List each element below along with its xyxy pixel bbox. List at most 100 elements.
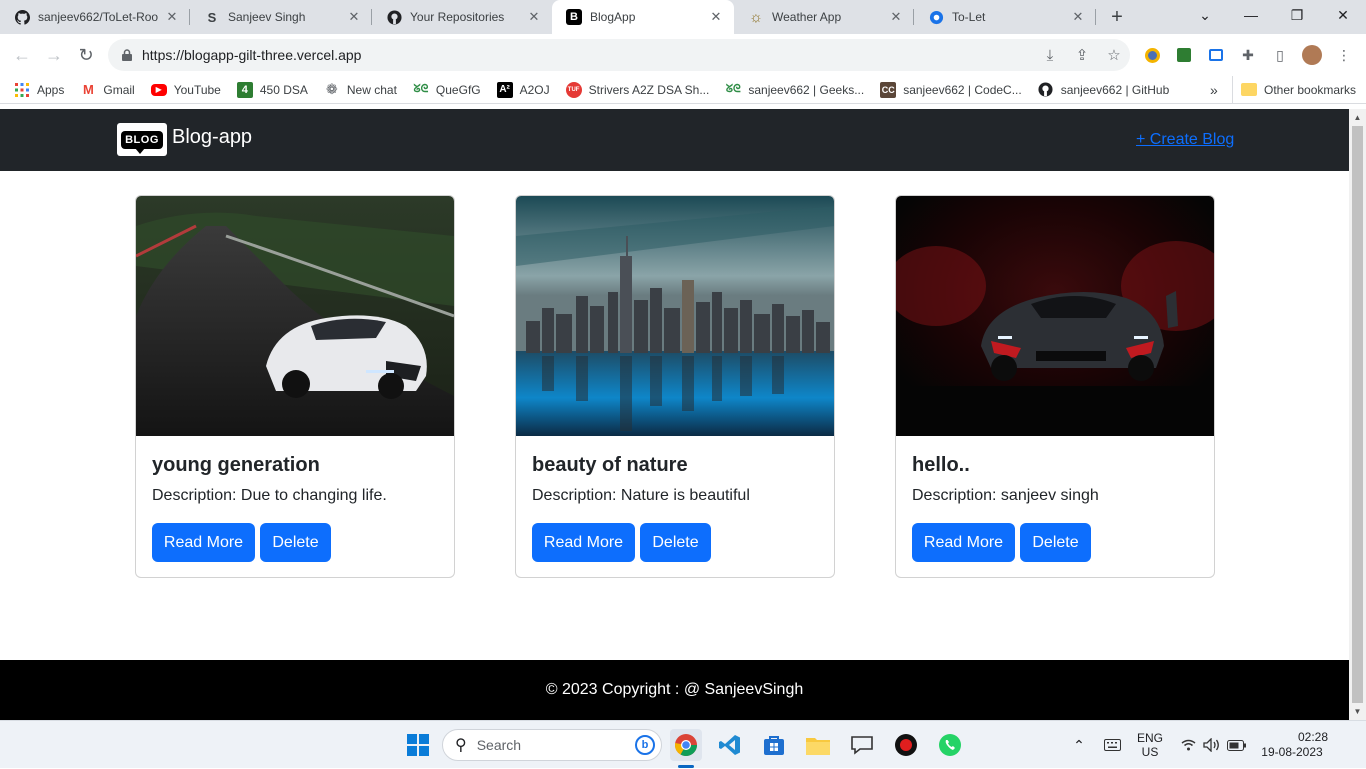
tab-your-repositories[interactable]: Your Repositories ✕ — [372, 0, 552, 34]
blog-card-image — [516, 196, 834, 436]
address-bar[interactable]: https://blogapp-gilt-three.vercel.app ⤓ … — [108, 39, 1130, 71]
install-icon[interactable]: ⤓ — [1034, 41, 1066, 69]
page-scrollbar[interactable]: ▲ ▼ — [1349, 109, 1366, 720]
apps-grid-icon — [14, 82, 30, 98]
whatsapp-icon[interactable] — [934, 729, 966, 761]
microsoft-store-icon[interactable] — [758, 729, 790, 761]
bookmark-new-chat[interactable]: ❁ New chat — [316, 76, 405, 104]
gfg-icon: ᘜᘓ — [725, 83, 741, 95]
windows-start-icon[interactable] — [402, 729, 434, 761]
scroll-up-arrow-icon[interactable]: ▲ — [1349, 109, 1366, 126]
blog-card: young generation Description: Due to cha… — [135, 195, 455, 578]
scroll-down-arrow-icon[interactable]: ▼ — [1349, 703, 1366, 720]
delete-button[interactable]: Delete — [640, 523, 711, 562]
search-placeholder: Search — [476, 737, 522, 753]
clock[interactable]: 02:28 19-08-2023 — [1256, 721, 1328, 769]
taskbar-search-box[interactable]: ⚲ Search b — [442, 729, 662, 761]
a2oj-icon: A² — [496, 81, 513, 98]
bookmark-label: 450 DSA — [259, 82, 308, 97]
bookmark-gmail[interactable]: M Gmail — [72, 76, 142, 104]
file-explorer-icon[interactable] — [802, 729, 834, 761]
tab-tolet-repo[interactable]: sanjeev662/ToLet-Roo ✕ — [0, 0, 190, 34]
restore-icon[interactable]: ❐ — [1274, 0, 1320, 30]
bookmark-label: A2OJ — [519, 82, 550, 97]
bookmark-strivers[interactable]: TUF Strivers A2Z DSA Sh... — [558, 76, 718, 104]
puzzle-icon[interactable]: ✚ — [1235, 41, 1261, 69]
tray-chevron-up-icon[interactable]: ⌃ — [1068, 721, 1090, 769]
screen-recorder-icon[interactable] — [1203, 41, 1229, 69]
minimize-icon[interactable]: — — [1228, 0, 1274, 30]
bookmark-github[interactable]: sanjeev662 | GitHub — [1030, 76, 1178, 104]
feedback-icon[interactable] — [846, 729, 878, 761]
tab-blogapp[interactable]: B BlogApp ✕ — [552, 0, 734, 34]
delete-button[interactable]: Delete — [1020, 523, 1091, 562]
new-tab-button[interactable]: + — [1102, 0, 1132, 34]
tab-title: To-Let — [952, 10, 986, 24]
bookmark-label: sanjeev662 | GitHub — [1060, 82, 1170, 97]
volume-icon[interactable] — [1200, 721, 1222, 769]
blog-card-image — [896, 196, 1214, 436]
language-indicator[interactable]: ENG US — [1134, 721, 1166, 769]
chrome-icon[interactable] — [670, 729, 702, 761]
forward-arrow-icon[interactable]: → — [38, 39, 70, 71]
battery-icon[interactable] — [1224, 721, 1248, 769]
share-icon[interactable]: ⇪ — [1066, 41, 1098, 69]
tuf-icon: TUF — [565, 81, 582, 98]
read-more-button[interactable]: Read More — [912, 523, 1015, 562]
blog-logo[interactable]: BLOG — [117, 123, 167, 156]
sun-icon: ☼ — [749, 8, 763, 26]
tab-sanjeev-singh[interactable]: S Sanjeev Singh ✕ — [190, 0, 372, 34]
delete-button[interactable]: Delete — [260, 523, 331, 562]
github-icon — [14, 9, 30, 25]
close-icon[interactable]: ✕ — [526, 9, 542, 25]
keyboard-icon[interactable] — [1100, 721, 1124, 769]
back-arrow-icon[interactable]: ← — [6, 39, 38, 71]
bookmarks-bar: Apps M Gmail ▶ YouTube 4 450 DSA ❁ New c… — [0, 75, 1366, 104]
tab-title: sanjeev662/ToLet-Roo — [38, 10, 158, 24]
read-more-button[interactable]: Read More — [532, 523, 635, 562]
tab-to-let[interactable]: To-Let ✕ — [914, 0, 1096, 34]
window-close-icon[interactable]: ✕ — [1320, 0, 1366, 30]
bookmark-geeks[interactable]: ᘜᘓ sanjeev662 | Geeks... — [717, 76, 872, 104]
other-bookmarks[interactable]: Other bookmarks — [1232, 75, 1364, 104]
close-icon[interactable]: ✕ — [1070, 9, 1086, 25]
search-icon: ⚲ — [455, 737, 467, 754]
bookmark-codechef[interactable]: CC sanjeev662 | CodeC... — [872, 76, 1030, 104]
close-icon[interactable]: ✕ — [708, 9, 724, 25]
wifi-icon[interactable] — [1178, 721, 1198, 769]
create-blog-link[interactable]: + Create Blog — [1136, 131, 1234, 149]
bookmark-star-icon[interactable]: ☆ — [1098, 41, 1130, 69]
tab-title: Weather App — [772, 10, 842, 24]
close-icon[interactable]: ✕ — [346, 9, 362, 25]
bookmark-quegfg[interactable]: ᘜᘓ QueGfG — [405, 76, 489, 104]
bookmarks-overflow-icon[interactable]: » — [1202, 76, 1226, 104]
record-icon[interactable] — [890, 729, 922, 761]
blog-card-title: hello.. — [912, 454, 970, 476]
vscode-icon[interactable] — [714, 729, 746, 761]
bookmark-label: Gmail — [103, 82, 135, 97]
blog-card-title: young generation — [152, 454, 320, 476]
tab-weather-app[interactable]: ☼ Weather App ✕ — [734, 0, 914, 34]
close-icon[interactable]: ✕ — [888, 9, 904, 25]
bookmark-apps[interactable]: Apps — [0, 76, 72, 104]
extension-circle-icon[interactable] — [1139, 41, 1165, 69]
bookmark-youtube[interactable]: ▶ YouTube — [143, 76, 229, 104]
blog-card-title: beauty of nature — [532, 454, 688, 476]
read-more-button[interactable]: Read More — [152, 523, 255, 562]
lock-icon[interactable] — [120, 49, 134, 61]
blog-card-description: Description: Nature is beautiful — [532, 487, 750, 504]
close-icon[interactable]: ✕ — [164, 9, 180, 25]
bookmark-label: New chat — [346, 82, 397, 97]
lang-top: ENG — [1136, 731, 1163, 745]
reload-icon[interactable]: ↻ — [70, 39, 102, 71]
menu-kebab-icon[interactable]: ⋮ — [1331, 41, 1357, 69]
bookmark-450-dsa[interactable]: 4 450 DSA — [229, 76, 316, 104]
brand-name[interactable]: Blog-app — [172, 126, 252, 149]
calculator-icon[interactable] — [1171, 41, 1197, 69]
side-panel-icon[interactable]: ▯ — [1267, 41, 1293, 69]
scroll-thumb[interactable] — [1352, 126, 1363, 703]
tab-search-chevron-icon[interactable]: ⌄ — [1182, 0, 1228, 30]
bookmark-a2oj[interactable]: A² A2OJ — [489, 76, 558, 104]
avatar[interactable] — [1299, 41, 1325, 69]
url-text[interactable]: https://blogapp-gilt-three.vercel.app — [142, 47, 1034, 63]
